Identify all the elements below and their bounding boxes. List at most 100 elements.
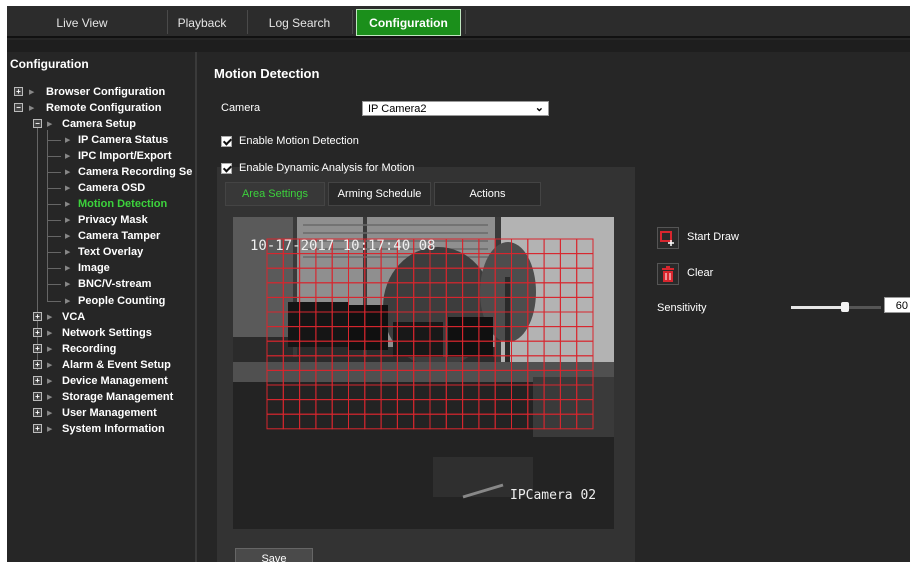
- tree-line: [47, 284, 61, 285]
- sidebar-item-user-management[interactable]: User Management: [62, 406, 157, 420]
- chevron-right-icon: ▶: [65, 249, 71, 256]
- sidebar-item-remote-configuration[interactable]: Remote Configuration: [46, 101, 162, 115]
- sub-header-bar: [7, 40, 910, 52]
- enable-dynamic-analysis-checkbox[interactable]: [221, 162, 232, 174]
- chevron-down-icon: ⌄: [534, 102, 544, 114]
- sidebar-item-motion-detection[interactable]: Motion Detection: [78, 197, 167, 211]
- chevron-right-icon: ▶: [47, 426, 53, 433]
- tree-line: [47, 268, 61, 269]
- chevron-right-icon: ▶: [65, 153, 71, 160]
- expand-plus-icon[interactable]: +: [33, 312, 42, 321]
- clear-label[interactable]: Clear: [687, 267, 713, 279]
- chevron-right-icon: ▶: [47, 362, 53, 369]
- sensitivity-value-field[interactable]: 60: [884, 297, 910, 313]
- sidebar-item-text-overlay[interactable]: Text Overlay: [78, 245, 143, 259]
- collapse-minus-icon[interactable]: −: [33, 119, 42, 128]
- start-draw-label[interactable]: Start Draw: [687, 231, 739, 243]
- save-button[interactable]: Save: [235, 548, 313, 562]
- camera-select[interactable]: IP Camera2 ⌄: [362, 101, 549, 116]
- chevron-right-icon: ▶: [65, 217, 71, 224]
- tab-log-search[interactable]: Log Search: [257, 9, 342, 36]
- expand-plus-icon[interactable]: +: [14, 87, 23, 96]
- chevron-right-icon: ▶: [47, 410, 53, 417]
- config-sidebar: Configuration + ▶ Browser Configuration …: [7, 52, 197, 562]
- chevron-right-icon: ▶: [47, 314, 53, 321]
- sidebar-item-alarm-event-setup[interactable]: Alarm & Event Setup: [62, 358, 171, 372]
- chevron-right-icon: ▶: [65, 265, 71, 272]
- osd-camera-name: IPCamera 02: [510, 488, 597, 503]
- tree-line: [47, 156, 61, 157]
- sidebar-item-privacy-mask[interactable]: Privacy Mask: [78, 213, 148, 227]
- collapse-minus-icon[interactable]: −: [14, 103, 23, 112]
- sidebar-item-camera-osd[interactable]: Camera OSD: [78, 181, 145, 195]
- page-title: Motion Detection: [214, 66, 320, 81]
- tree-line: [47, 236, 61, 237]
- tab-area-settings[interactable]: Area Settings: [225, 182, 325, 206]
- enable-motion-detection-label: Enable Motion Detection: [239, 135, 359, 147]
- tab-live-view[interactable]: Live View: [42, 9, 122, 36]
- sidebar-item-ipc-import-export[interactable]: IPC Import/Export: [78, 149, 172, 163]
- chevron-right-icon: ▶: [65, 137, 71, 144]
- draw-rectangle-icon: [660, 231, 674, 246]
- camera-preview[interactable]: 10-17-2017 10:17:40 08 IPCamera 02: [233, 217, 614, 529]
- expand-plus-icon[interactable]: +: [33, 344, 42, 353]
- camera-select-value: IP Camera2: [368, 103, 427, 115]
- chevron-right-icon: ▶: [65, 201, 71, 208]
- sidebar-item-image[interactable]: Image: [78, 261, 110, 275]
- sidebar-item-system-information[interactable]: System Information: [62, 422, 165, 436]
- sidebar-item-browser-configuration[interactable]: Browser Configuration: [46, 85, 165, 99]
- tree-line: [47, 220, 61, 221]
- expand-plus-icon[interactable]: +: [33, 328, 42, 337]
- sidebar-item-vca[interactable]: VCA: [62, 310, 85, 324]
- enable-dynamic-analysis-row[interactable]: Enable Dynamic Analysis for Motion: [221, 162, 414, 174]
- tree-line: [47, 188, 61, 189]
- clear-button[interactable]: [657, 263, 679, 285]
- motion-area-grid[interactable]: [233, 217, 614, 529]
- sidebar-item-camera-recording-settings[interactable]: Camera Recording Se: [78, 165, 192, 179]
- tab-actions[interactable]: Actions: [434, 182, 541, 206]
- chevron-right-icon: ▶: [47, 346, 53, 353]
- sidebar-item-storage-management[interactable]: Storage Management: [62, 390, 173, 404]
- chevron-right-icon: ▶: [47, 394, 53, 401]
- sidebar-item-device-management[interactable]: Device Management: [62, 374, 168, 388]
- chevron-right-icon: ▶: [65, 298, 71, 305]
- camera-label: Camera: [221, 102, 261, 114]
- sensitivity-slider-handle[interactable]: [841, 302, 849, 312]
- sidebar-item-people-counting[interactable]: People Counting: [78, 294, 165, 308]
- expand-plus-icon[interactable]: +: [33, 392, 42, 401]
- sidebar-item-camera-tamper[interactable]: Camera Tamper: [78, 229, 160, 243]
- chevron-right-icon: ▶: [47, 378, 53, 385]
- tab-playback[interactable]: Playback: [162, 9, 242, 36]
- enable-motion-detection-row[interactable]: Enable Motion Detection: [221, 135, 359, 147]
- expand-plus-icon[interactable]: +: [33, 408, 42, 417]
- sidebar-item-ip-camera-status[interactable]: IP Camera Status: [78, 133, 168, 147]
- tree-line: [47, 301, 61, 302]
- top-nav-bar: Live View Playback Log Search Configurat…: [7, 6, 910, 38]
- expand-plus-icon[interactable]: +: [33, 424, 42, 433]
- chevron-right-icon: ▶: [65, 233, 71, 240]
- sidebar-item-network-settings[interactable]: Network Settings: [62, 326, 152, 340]
- tab-divider: [247, 10, 248, 34]
- tree-line: [47, 140, 61, 141]
- start-draw-button[interactable]: [657, 227, 679, 249]
- enable-dynamic-analysis-label: Enable Dynamic Analysis for Motion: [239, 162, 415, 174]
- expand-plus-icon[interactable]: +: [33, 360, 42, 369]
- tree-line: [47, 204, 61, 205]
- motion-detection-page: Motion Detection Camera IP Camera2 ⌄ Ena…: [199, 52, 910, 562]
- chevron-right-icon: ▶: [65, 185, 71, 192]
- sensitivity-label: Sensitivity: [657, 302, 707, 314]
- tab-configuration[interactable]: Configuration: [356, 9, 461, 36]
- chevron-right-icon: ▶: [47, 330, 53, 337]
- expand-plus-icon[interactable]: +: [33, 376, 42, 385]
- sensitivity-slider-fill: [791, 306, 845, 309]
- sidebar-item-camera-setup[interactable]: Camera Setup: [62, 117, 136, 131]
- chevron-right-icon: ▶: [29, 105, 35, 112]
- sensitivity-slider[interactable]: [791, 302, 881, 312]
- chevron-right-icon: ▶: [65, 169, 71, 176]
- sidebar-item-bnc-v-stream[interactable]: BNC/V-stream: [78, 277, 151, 291]
- sidebar-title: Configuration: [10, 57, 89, 71]
- tab-divider: [352, 10, 353, 34]
- enable-motion-detection-checkbox[interactable]: [221, 135, 232, 147]
- tab-arming-schedule[interactable]: Arming Schedule: [328, 182, 431, 206]
- sidebar-item-recording[interactable]: Recording: [62, 342, 116, 356]
